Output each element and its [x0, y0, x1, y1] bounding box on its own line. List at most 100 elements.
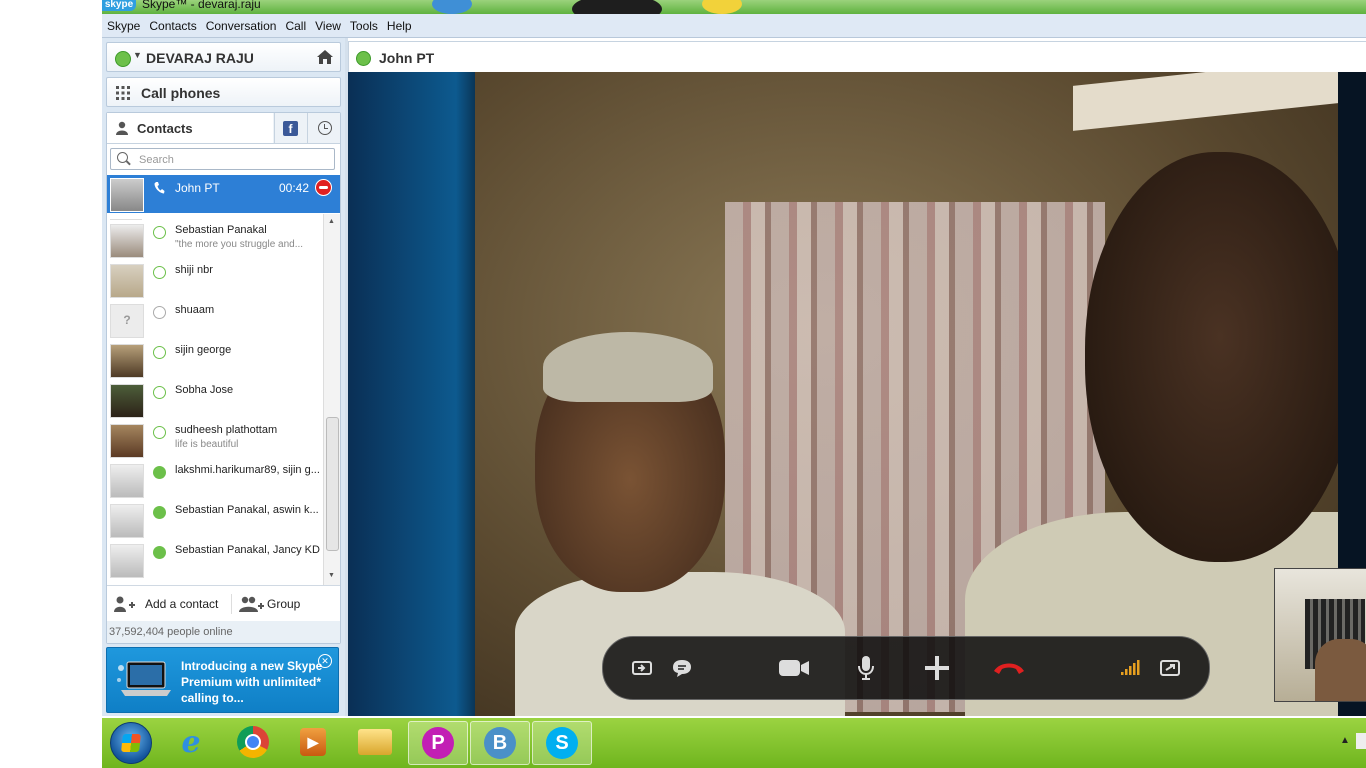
contact-row[interactable]: lakshmi.harikumar89, sijin g... [107, 460, 323, 500]
tab-contacts[interactable]: Contacts [107, 113, 273, 143]
online-status-icon [153, 426, 166, 439]
contact-row[interactable]: sudheesh plathottam life is beautiful [107, 420, 323, 460]
contact-name: Sebastian Panakal [175, 224, 267, 236]
person-icon [116, 121, 128, 135]
taskbar-b-app[interactable]: B [470, 721, 530, 765]
conversation-header: John PT [348, 41, 1366, 73]
left-panel: ▼ DEVARAJ RAJU Call phones Contacts f Se… [102, 38, 345, 716]
contact-row[interactable]: Sebastian Panakal "the more you struggle… [107, 220, 323, 260]
phone-icon [154, 182, 165, 194]
home-icon[interactable] [316, 49, 334, 65]
profile-name[interactable]: DEVARAJ RAJU [146, 50, 254, 66]
chat-button[interactable] [669, 654, 695, 682]
taskbar-ie[interactable]: e [162, 721, 220, 763]
video-button[interactable] [777, 654, 811, 682]
window-title: Skype™ - devaraj.raju [142, 0, 261, 11]
fullscreen-icon [1160, 660, 1180, 676]
group-status-icon [153, 506, 166, 519]
tab-facebook[interactable]: f [274, 113, 307, 143]
search-input[interactable] [137, 151, 331, 168]
windows-start-icon [121, 734, 141, 752]
video-scene [1315, 639, 1366, 701]
contacts-tabs: Contacts f [107, 113, 340, 144]
taskbar-p-app[interactable]: P [408, 721, 468, 765]
online-status-icon [356, 51, 371, 66]
call-phones-label: Call phones [141, 85, 221, 101]
group-avatar-icon [110, 504, 144, 538]
send-screen-button[interactable] [631, 654, 653, 682]
add-button[interactable] [923, 654, 951, 682]
clock-icon [318, 121, 332, 135]
online-status-icon [153, 226, 166, 239]
taskbar-media[interactable]: ▶ [284, 721, 342, 763]
tab-contacts-label: Contacts [137, 121, 193, 136]
menu-contacts[interactable]: Contacts [144, 14, 200, 33]
contact-row[interactable]: Sobha Jose [107, 380, 323, 420]
windows-start-button[interactable] [110, 722, 152, 764]
taskbar-chrome[interactable] [224, 721, 282, 763]
menu-tools[interactable]: Tools [345, 14, 382, 33]
call-phones-button[interactable]: Call phones [106, 77, 341, 107]
menu-conversation[interactable]: Conversation [201, 14, 281, 33]
contact-row[interactable]: shiji nbr [107, 260, 323, 300]
skype-logo: skype [102, 0, 136, 11]
contact-row[interactable]: ? shuaam [107, 300, 323, 340]
menu-view[interactable]: View [310, 14, 345, 33]
online-status-icon [153, 346, 166, 359]
premium-promo-banner[interactable]: Introducing a new Skype Premium with unl… [106, 647, 339, 713]
hang-up-button[interactable] [991, 654, 1027, 682]
microphone-button[interactable] [855, 654, 877, 682]
tab-recent[interactable] [307, 113, 341, 143]
scroll-down-icon[interactable]: ▼ [328, 572, 335, 579]
add-contact-icon [114, 596, 135, 612]
conversation-title[interactable]: John PT [379, 50, 434, 66]
media-player-icon: ▶ [300, 728, 326, 756]
menu-skype[interactable]: Skype [102, 14, 144, 33]
call-quality-indicator[interactable] [1119, 654, 1141, 682]
close-icon[interactable]: ✕ [318, 654, 332, 668]
contact-name: Sebastian Panakal, Jancy KD [175, 544, 320, 556]
menu-help[interactable]: Help [382, 14, 416, 33]
show-hidden-icons-icon[interactable]: ▲ [1340, 735, 1350, 746]
call-duration: 00:42 [279, 181, 310, 195]
b-app-icon: B [484, 727, 516, 759]
taskbar-skype[interactable]: S [532, 721, 592, 765]
microphone-icon [858, 656, 874, 680]
scrollbar-thumb[interactable] [326, 417, 339, 551]
scroll-up-icon[interactable]: ▲ [328, 218, 335, 225]
video-call-area [348, 72, 1366, 716]
online-status-icon [153, 266, 166, 279]
user-profile-bar[interactable]: ▼ DEVARAJ RAJU [106, 42, 341, 72]
search-box[interactable] [110, 148, 335, 170]
group-button[interactable]: Group [231, 594, 332, 614]
online-status-icon[interactable] [115, 51, 131, 67]
volume-icon[interactable] [1356, 733, 1366, 749]
menu-call[interactable]: Call [280, 14, 310, 33]
group-avatar-icon [110, 544, 144, 578]
group-icon [239, 596, 264, 612]
contact-mood: life is beautiful [175, 439, 239, 450]
add-contact-button[interactable]: Add a contact [113, 594, 223, 614]
end-call-icon[interactable] [315, 179, 332, 196]
video-background [348, 72, 475, 716]
skype-window: skype Skype™ - devaraj.raju Skype Contact… [102, 0, 1366, 768]
status-dropdown-icon[interactable]: ▼ [133, 50, 142, 60]
self-view-video[interactable] [1274, 568, 1366, 702]
offline-status-icon [153, 306, 166, 319]
contact-avatar [110, 344, 144, 378]
remote-video-feed[interactable] [475, 72, 1338, 716]
fullscreen-button[interactable] [1159, 654, 1181, 682]
contact-row[interactable]: Sebastian Panakal, aswin k... [107, 500, 323, 540]
contact-row[interactable]: sijin george [107, 340, 323, 380]
group-label: Group [267, 597, 301, 611]
active-call-row[interactable]: John PT 00:42 [107, 175, 340, 213]
contact-row[interactable]: Sebastian Panakal, Jancy KD [107, 540, 323, 580]
contact-name: Sobha Jose [175, 384, 234, 396]
taskbar-explorer[interactable] [346, 721, 404, 763]
signal-icon [1121, 660, 1140, 675]
conversation-panel: John PT [348, 38, 1366, 716]
chat-icon [673, 660, 691, 677]
contacts-panel: Contacts f John PT 00:42 [106, 112, 341, 644]
decoration [432, 0, 472, 14]
contact-list-scrollbar[interactable]: ▲ ▼ [323, 214, 340, 585]
